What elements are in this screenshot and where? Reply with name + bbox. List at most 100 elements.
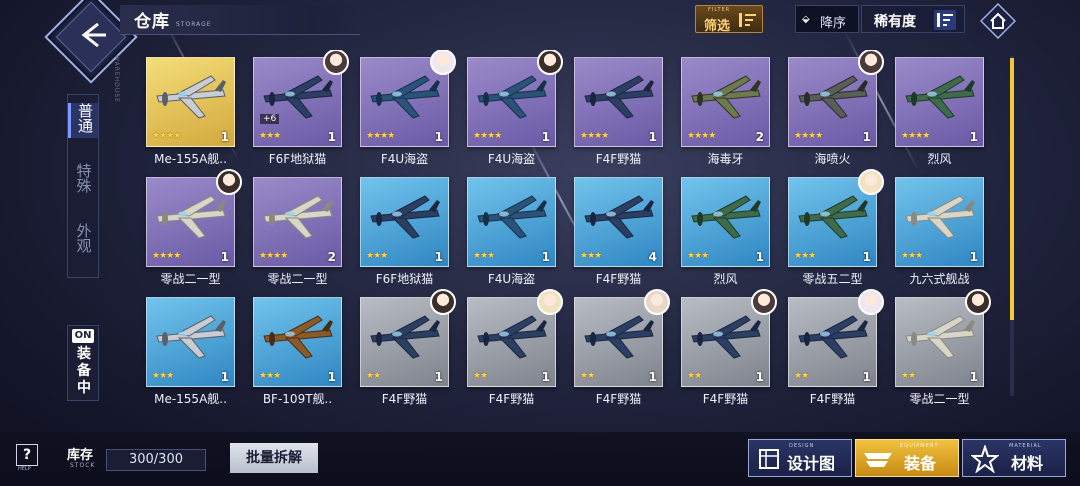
aircraft-icon <box>584 195 654 239</box>
home-icon[interactable] <box>980 3 1016 39</box>
item-name: 零战二一型 <box>909 392 970 406</box>
equipment-card[interactable]: ★★★★ 1 F4U海盗 <box>360 50 456 182</box>
star-rating: ★★★★ <box>259 251 288 261</box>
help-label: HELP <box>18 466 31 472</box>
item-count: 1 <box>541 370 550 384</box>
equipped-character-avatar <box>430 289 456 315</box>
blueprint-icon <box>759 449 779 469</box>
equipment-card[interactable]: ★★★ 1 +6 F6F地狱猫 <box>253 50 349 182</box>
equipment-card[interactable]: ★★★★ 1 海喷火 <box>788 50 884 182</box>
equipped-character-avatar <box>537 50 563 75</box>
help-button[interactable]: ? <box>16 444 38 466</box>
equipment-card[interactable]: ★★ 1 F4F野猫 <box>360 289 456 422</box>
star-rating: ★★★★ <box>152 131 181 141</box>
item-count: 1 <box>862 370 871 384</box>
equipment-card[interactable]: ★★★ 1 F4U海盗 <box>467 177 556 302</box>
equipment-card[interactable]: ★★★ 4 F4F野猫 <box>574 177 663 302</box>
aircraft-icon <box>156 195 226 239</box>
equipped-character-avatar <box>965 289 991 315</box>
stock-en-label: STOCK <box>70 462 96 469</box>
item-name: F4F野猫 <box>702 392 749 406</box>
equipment-card[interactable]: ★★ 1 零战二一型 <box>895 289 991 422</box>
equipment-card[interactable]: ★★ 1 F4F野猫 <box>467 289 563 422</box>
side-section-label: WAREHOUSE <box>113 55 120 103</box>
material-button[interactable]: MATERIAL 材料 <box>962 439 1066 477</box>
stock-count: 300/300 <box>106 449 206 471</box>
bulk-dismantle-button[interactable]: 批量拆解 <box>230 443 318 473</box>
star-rating: ★★ <box>580 371 595 381</box>
item-count: 1 <box>434 370 443 384</box>
tab-normal[interactable]: 普通 <box>68 103 98 138</box>
item-count: 1 <box>755 370 764 384</box>
equipped-character-avatar <box>323 50 349 75</box>
equipped-character-avatar <box>751 289 777 315</box>
card-frame: ★★★ 4 <box>574 177 663 267</box>
equipment-button[interactable]: EQUIPMENT 装备 <box>855 439 959 477</box>
star-rating: ★★ <box>794 371 809 381</box>
equipment-card[interactable]: ★★★★ 2 零战二一型 <box>253 177 342 302</box>
item-count: 1 <box>969 250 978 264</box>
card-frame: ★★★★ 1 <box>574 57 663 147</box>
equipment-card[interactable]: ★★★ 1 烈风 <box>681 177 770 302</box>
sort-key-label: 稀有度 <box>874 14 916 30</box>
aircraft-icon <box>584 75 654 119</box>
equipment-card[interactable]: ★★★★ 2 海毒牙 <box>681 57 770 182</box>
equipment-card[interactable]: ★★ 1 F4F野猫 <box>574 289 670 422</box>
aircraft-icon <box>905 315 975 359</box>
item-name: F4F野猫 <box>809 392 856 406</box>
equipped-character-avatar <box>858 289 884 315</box>
item-count: 1 <box>220 370 229 384</box>
item-count: 1 <box>434 250 443 264</box>
star-rating: ★★ <box>901 371 916 381</box>
star-rating: ★★★★ <box>580 131 609 141</box>
star-rating: ★★★ <box>473 251 495 261</box>
star-rating: ★★★ <box>259 371 281 381</box>
equipped-filter-toggle[interactable]: ON 装备中 <box>67 325 99 401</box>
item-name: 烈风 <box>713 272 738 286</box>
card-frame: ★★★★ 2 <box>253 177 342 267</box>
item-name: 海喷火 <box>814 152 851 166</box>
star-rating: ★★★ <box>794 251 816 261</box>
sort-key-button[interactable]: 稀有度 <box>861 5 965 33</box>
top-bar: 仓库 STORAGE FILTER 筛选 ⬙ 降序 稀有度 <box>0 0 1080 84</box>
aircraft-icon <box>263 315 333 359</box>
equipment-en-label: EQUIPMENT <box>900 443 939 449</box>
equipment-card[interactable]: ★★★ 1 BF-109T舰.. <box>253 297 342 422</box>
item-count: 1 <box>541 250 550 264</box>
sort-order-button[interactable]: ⬙ 降序 <box>795 5 859 33</box>
equipment-card[interactable]: ★★★★ 1 F4F野猫 <box>574 57 663 182</box>
star-rating: ★★★★ <box>366 131 395 141</box>
star-rating: ★★★★ <box>473 131 502 141</box>
aircraft-icon <box>905 75 975 119</box>
aircraft-icon <box>584 315 654 359</box>
filter-button[interactable]: FILTER 筛选 <box>695 5 763 34</box>
aircraft-icon <box>156 315 226 359</box>
design-button[interactable]: DESIGN 设计图 <box>748 439 852 477</box>
item-count: 1 <box>327 370 336 384</box>
back-arrow-icon[interactable] <box>68 12 114 58</box>
equipment-card[interactable]: ★★★ 1 F6F地狱猫 <box>360 177 449 302</box>
tab-special[interactable]: 特殊 <box>68 163 98 198</box>
equipment-card[interactable]: ★★★★ 1 Me-155A舰.. <box>146 57 235 182</box>
item-name: F6F地狱猫 <box>375 272 434 286</box>
equipped-character-avatar <box>858 169 884 195</box>
item-name: 九六式舰战 <box>909 272 970 286</box>
scrollbar-thumb[interactable] <box>1010 58 1014 320</box>
equipment-card[interactable]: ★★★★ 1 烈风 <box>895 57 984 182</box>
aircraft-icon <box>798 315 868 359</box>
equipment-card[interactable]: ★★★★ 1 零战二一型 <box>146 169 242 302</box>
equipment-card[interactable]: ★★★ 1 零战五二型 <box>788 169 884 302</box>
equipment-card[interactable]: ★★★ 1 九六式舰战 <box>895 177 984 302</box>
equipment-card[interactable]: ★★ 1 F4F野猫 <box>681 289 777 422</box>
equipment-label: 装备 <box>904 454 937 473</box>
star-rating: ★★ <box>473 371 488 381</box>
equipment-card[interactable]: ★★★★ 1 F4U海盗 <box>467 50 563 182</box>
design-label: 设计图 <box>787 454 836 473</box>
filter-icon <box>739 13 756 27</box>
star-rating: ★★★ <box>901 251 923 261</box>
equipment-card[interactable]: ★★★ 1 Me-155A舰.. <box>146 297 235 422</box>
equipment-card[interactable]: ★★ 1 F4F野猫 <box>788 289 884 422</box>
item-name: 零战二一型 <box>267 272 328 286</box>
tab-appearance[interactable]: 外观 <box>68 223 98 258</box>
aircraft-icon <box>370 315 440 359</box>
